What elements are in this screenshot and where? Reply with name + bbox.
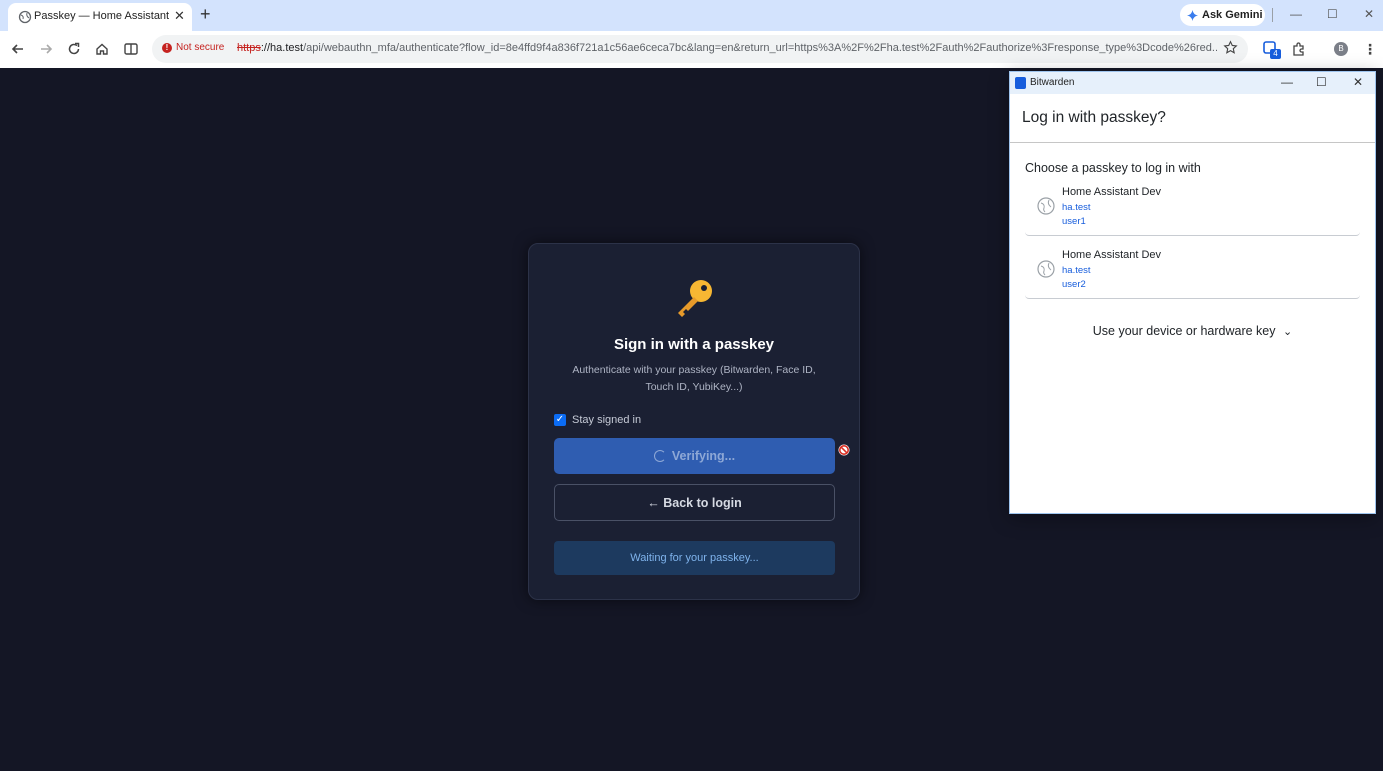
browser-toolbar: ! Not secure https://ha.test/api/webauth… [0, 31, 1383, 68]
ask-gemini-button[interactable]: Ask Gemini [1180, 4, 1265, 26]
gemini-sparkle-icon [1187, 9, 1198, 21]
tab-close-icon[interactable]: ✕ [174, 8, 185, 24]
verifying-label: Verifying... [671, 449, 736, 463]
extensions-puzzle-icon[interactable] [1291, 41, 1307, 57]
page-title: Sign in with a passkey [613, 336, 775, 353]
bw-minimize-icon[interactable]: — [1281, 75, 1293, 89]
home-icon[interactable] [94, 41, 110, 57]
verifying-button[interactable]: Verifying... [554, 438, 835, 474]
bw-maximize-icon[interactable]: ☐ [1316, 75, 1327, 89]
bitwarden-titlebar[interactable]: Bitwarden — ☐ ✕ [1010, 72, 1375, 94]
back-to-login-button[interactable]: ← Back to login [554, 484, 835, 521]
use-device-key-button[interactable]: Use your device or hardware key ⌄ [1010, 324, 1375, 338]
bitwarden-title: Log in with passkey? [1022, 109, 1166, 126]
divider [1272, 8, 1273, 22]
reload-icon[interactable] [66, 41, 82, 57]
spinner-icon [653, 450, 666, 462]
bw-close-icon[interactable]: ✕ [1353, 75, 1363, 89]
new-tab-button[interactable]: + [200, 4, 211, 24]
maximize-icon[interactable]: ☐ [1327, 7, 1338, 21]
passkey-user: user1 [1062, 216, 1086, 227]
passkey-site: ha.test [1062, 202, 1091, 213]
key-icon [678, 280, 712, 317]
chevron-down-icon: ⌄ [1283, 326, 1293, 338]
back-arrow-icon[interactable] [10, 41, 26, 57]
passkey-option-user1[interactable]: Home Assistant Dev ha.test user1 [1025, 180, 1360, 236]
no-entry-icon [838, 444, 850, 456]
bitwarden-logo-icon [1015, 77, 1026, 89]
minimize-icon[interactable]: — [1290, 7, 1302, 21]
globe-icon [18, 10, 32, 24]
passkey-name: Home Assistant Dev [1062, 249, 1162, 261]
globe-icon [1037, 260, 1055, 278]
bitwarden-app-name: Bitwarden [1030, 77, 1075, 88]
divider [1010, 142, 1375, 143]
split-view-icon[interactable] [123, 41, 139, 57]
tab-title: Passkey — Home Assistant [34, 10, 170, 22]
forward-arrow-icon[interactable] [38, 41, 54, 57]
not-secure-chip[interactable]: ! Not secure [162, 42, 224, 53]
tab-passkey[interactable]: Passkey — Home Assistant ✕ [8, 3, 192, 31]
bitwarden-extension-button[interactable]: 4 [1262, 40, 1281, 59]
not-secure-label: Not secure [176, 42, 225, 53]
passkey-user: user2 [1062, 279, 1086, 290]
choose-passkey-label: Choose a passkey to log in with [1025, 161, 1201, 175]
tab-strip: Passkey — Home Assistant ✕ + Ask Gemini … [0, 0, 1383, 31]
bitwarden-window: Bitwarden — ☐ ✕ Log in with passkey? Cho… [1009, 71, 1376, 514]
close-window-icon[interactable]: ✕ [1364, 7, 1374, 21]
passkey-signin-card: Sign in with a passkey Authenticate with… [528, 243, 860, 600]
page-description: Authenticate with your passkey (Bitwarde… [572, 364, 816, 393]
bookmark-star-icon[interactable] [1223, 40, 1238, 55]
extension-badge: 4 [1270, 49, 1281, 59]
checkbox-checked-icon[interactable]: ✓ [554, 414, 566, 426]
globe-icon [1037, 197, 1055, 215]
waiting-status-banner: Waiting for your passkey... [554, 541, 835, 575]
use-device-key-label: Use your device or hardware key [1092, 324, 1276, 338]
stay-signed-in-label: Stay signed in [572, 414, 642, 426]
passkey-option-user2[interactable]: Home Assistant Dev ha.test user2 [1025, 243, 1360, 299]
warning-icon: ! [162, 42, 172, 53]
url-host: ://ha.test [260, 42, 304, 54]
passkey-site: ha.test [1062, 265, 1091, 276]
ask-gemini-label: Ask Gemini [1202, 9, 1263, 21]
url-scheme: https [237, 42, 261, 54]
url-text[interactable]: https://ha.test/api/webauthn_mfa/authent… [237, 42, 1217, 54]
menu-kebab-icon[interactable]: ⋮ [1362, 41, 1378, 57]
url-path: /api/webauthn_mfa/authenticate?flow_id=8… [303, 42, 1217, 54]
address-bar[interactable]: ! Not secure https://ha.test/api/webauth… [152, 35, 1248, 63]
passkey-name: Home Assistant Dev [1062, 186, 1162, 198]
profile-avatar[interactable]: B [1334, 42, 1348, 56]
stay-signed-in-checkbox[interactable]: ✓ Stay signed in [554, 414, 641, 426]
